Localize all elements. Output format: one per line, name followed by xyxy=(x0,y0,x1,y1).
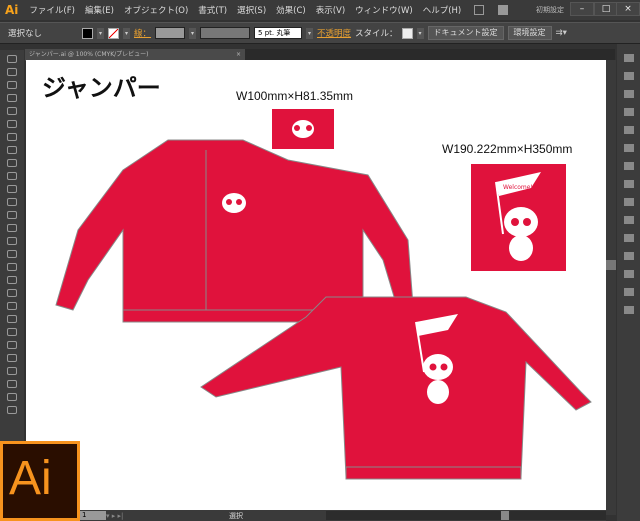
bridge-icon[interactable] xyxy=(474,5,485,15)
arrange-icon[interactable]: ⇉▾ xyxy=(556,28,567,38)
graphic-styles-icon[interactable] xyxy=(624,216,634,224)
shape-builder-tool-icon[interactable] xyxy=(7,263,17,271)
menu-effect[interactable]: 効果(C) xyxy=(271,4,311,16)
mesh-tool-icon[interactable] xyxy=(7,289,17,297)
artboard-canvas[interactable]: ジャンパー W100mm×H81.35mm W190.222mm×H350mm … xyxy=(26,60,606,515)
pencil-tool-icon[interactable] xyxy=(7,172,17,180)
symbol-sprayer-tool-icon[interactable] xyxy=(7,341,17,349)
color-panel-icon[interactable] xyxy=(624,54,634,62)
stroke-panel-icon[interactable] xyxy=(624,144,634,152)
horizontal-scroll-thumb[interactable] xyxy=(501,511,509,520)
menu-view[interactable]: 表示(V) xyxy=(311,4,350,16)
app-logo: Ai xyxy=(5,3,19,17)
style-label: スタイル： xyxy=(355,29,398,39)
document-settings-button[interactable]: ドキュメント設定 xyxy=(427,26,504,40)
line-tool-icon[interactable] xyxy=(7,133,17,141)
symbols-panel-icon[interactable] xyxy=(624,126,634,134)
stroke-label[interactable]: 線： xyxy=(134,27,151,39)
maximize-button[interactable]: □ xyxy=(594,2,618,16)
jacket-back xyxy=(200,296,592,480)
artboard-title: ジャンパー xyxy=(42,73,161,102)
direct-selection-tool-icon[interactable] xyxy=(7,68,17,76)
menu-select[interactable]: 選択(S) xyxy=(232,4,271,16)
magic-wand-tool-icon[interactable] xyxy=(7,81,17,89)
artboard-tool-icon[interactable] xyxy=(7,367,17,375)
workspace-switcher[interactable]: 初期設定 xyxy=(536,5,564,15)
eraser-tool-icon[interactable] xyxy=(7,198,17,206)
menu-help[interactable]: ヘルプ(H) xyxy=(418,4,467,16)
svg-text:Welcome!: Welcome! xyxy=(503,184,533,191)
close-button[interactable]: × xyxy=(616,2,640,16)
vertical-scrollbar[interactable] xyxy=(606,60,616,515)
fill-swatch[interactable] xyxy=(82,27,93,39)
lasso-tool-icon[interactable] xyxy=(7,94,17,102)
menu-edit[interactable]: 編集(E) xyxy=(80,4,119,16)
align-panel-icon[interactable] xyxy=(624,288,634,296)
type-tool-icon[interactable] xyxy=(7,120,17,128)
artboards-panel-icon[interactable] xyxy=(624,270,634,278)
brush-definition[interactable]: 5 pt. 丸筆 xyxy=(254,27,303,39)
paintbrush-tool-icon[interactable] xyxy=(7,159,17,167)
perspective-grid-tool-icon[interactable] xyxy=(7,276,17,284)
back-logo-size: W190.222mm×H350mm xyxy=(442,142,573,156)
rotate-tool-icon[interactable] xyxy=(7,211,17,219)
menu-file[interactable]: ファイル(F) xyxy=(24,4,80,16)
current-tool-label: 選択 xyxy=(229,511,243,520)
menu-type[interactable]: 書式(T) xyxy=(193,4,232,16)
minimize-button[interactable]: – xyxy=(570,2,594,16)
variable-width-profile[interactable] xyxy=(200,27,251,39)
pathfinder-panel-icon[interactable] xyxy=(624,306,634,314)
menu-bar: Ai ファイル(F) 編集(E) オブジェクト(O) 書式(T) 選択(S) 効… xyxy=(0,0,640,20)
transparency-panel-icon[interactable] xyxy=(624,180,634,188)
opacity-label[interactable]: 不透明度 xyxy=(317,27,351,39)
selection-label: 選択なし xyxy=(8,29,43,39)
character-panel-icon[interactable] xyxy=(624,234,634,242)
style-dropdown[interactable]: ▾ xyxy=(416,27,424,39)
free-transform-tool-icon[interactable] xyxy=(7,250,17,258)
rectangle-tool-icon[interactable] xyxy=(7,146,17,154)
swatches-panel-icon[interactable] xyxy=(624,90,634,98)
artboard-number-field[interactable]: 1 xyxy=(80,511,106,520)
eyedropper-tool-icon[interactable] xyxy=(7,315,17,323)
stroke-weight-dropdown[interactable]: ▾ xyxy=(189,27,197,39)
gradient-tool-icon[interactable] xyxy=(7,302,17,310)
appearance-panel-icon[interactable] xyxy=(624,198,634,206)
slice-tool-icon[interactable] xyxy=(7,380,17,388)
menu-object[interactable]: オブジェクト(O) xyxy=(119,4,193,16)
graph-tool-icon[interactable] xyxy=(7,354,17,362)
scale-tool-icon[interactable] xyxy=(7,224,17,232)
color-guide-icon[interactable] xyxy=(624,72,634,80)
arrange-documents-icon[interactable] xyxy=(498,5,509,15)
brushes-panel-icon[interactable] xyxy=(624,108,634,116)
vertical-scroll-thumb[interactable] xyxy=(606,260,616,270)
preferences-button[interactable]: 環境設定 xyxy=(507,26,552,40)
panda-flag-icon: Welcome! xyxy=(495,172,541,261)
selection-tool-icon[interactable] xyxy=(7,55,17,63)
gradient-panel-icon[interactable] xyxy=(624,162,634,170)
blend-tool-icon[interactable] xyxy=(7,328,17,336)
hand-tool-icon[interactable] xyxy=(7,393,17,401)
stroke-swatch[interactable] xyxy=(108,27,119,39)
back-logo-swatch: Welcome! xyxy=(471,164,566,271)
artboard-nav-icon[interactable]: ▾ ▸ ▸| xyxy=(106,512,146,520)
stroke-weight-field[interactable] xyxy=(155,27,186,39)
layers-panel-icon[interactable] xyxy=(624,252,634,260)
tab-title: ジャンパー.ai @ 100% (CMYK/プレビュー) xyxy=(29,51,149,58)
front-logo-size: W100mm×H81.35mm xyxy=(236,89,354,103)
control-bar: 選択なし ▾ ▾ 線： ▾ 5 pt. 丸筆 ▾ 不透明度 スタイル： ▾ ドキュ… xyxy=(0,22,640,44)
width-tool-icon[interactable] xyxy=(7,237,17,245)
illustrator-logo: Ai xyxy=(0,441,80,521)
panel-dock xyxy=(617,44,640,521)
fill-dropdown[interactable]: ▾ xyxy=(97,27,104,39)
status-bar: 1 ▾ ▸ ▸| 選択 xyxy=(80,510,606,521)
stroke-dropdown[interactable]: ▾ xyxy=(123,27,130,39)
zoom-tool-icon[interactable] xyxy=(7,406,17,414)
horizontal-scrollbar[interactable] xyxy=(326,511,606,520)
style-swatch[interactable] xyxy=(401,27,413,39)
pen-tool-icon[interactable] xyxy=(7,107,17,115)
blob-brush-tool-icon[interactable] xyxy=(7,185,17,193)
brush-dropdown[interactable]: ▾ xyxy=(306,27,314,39)
menu-window[interactable]: ウィンドウ(W) xyxy=(350,4,418,16)
